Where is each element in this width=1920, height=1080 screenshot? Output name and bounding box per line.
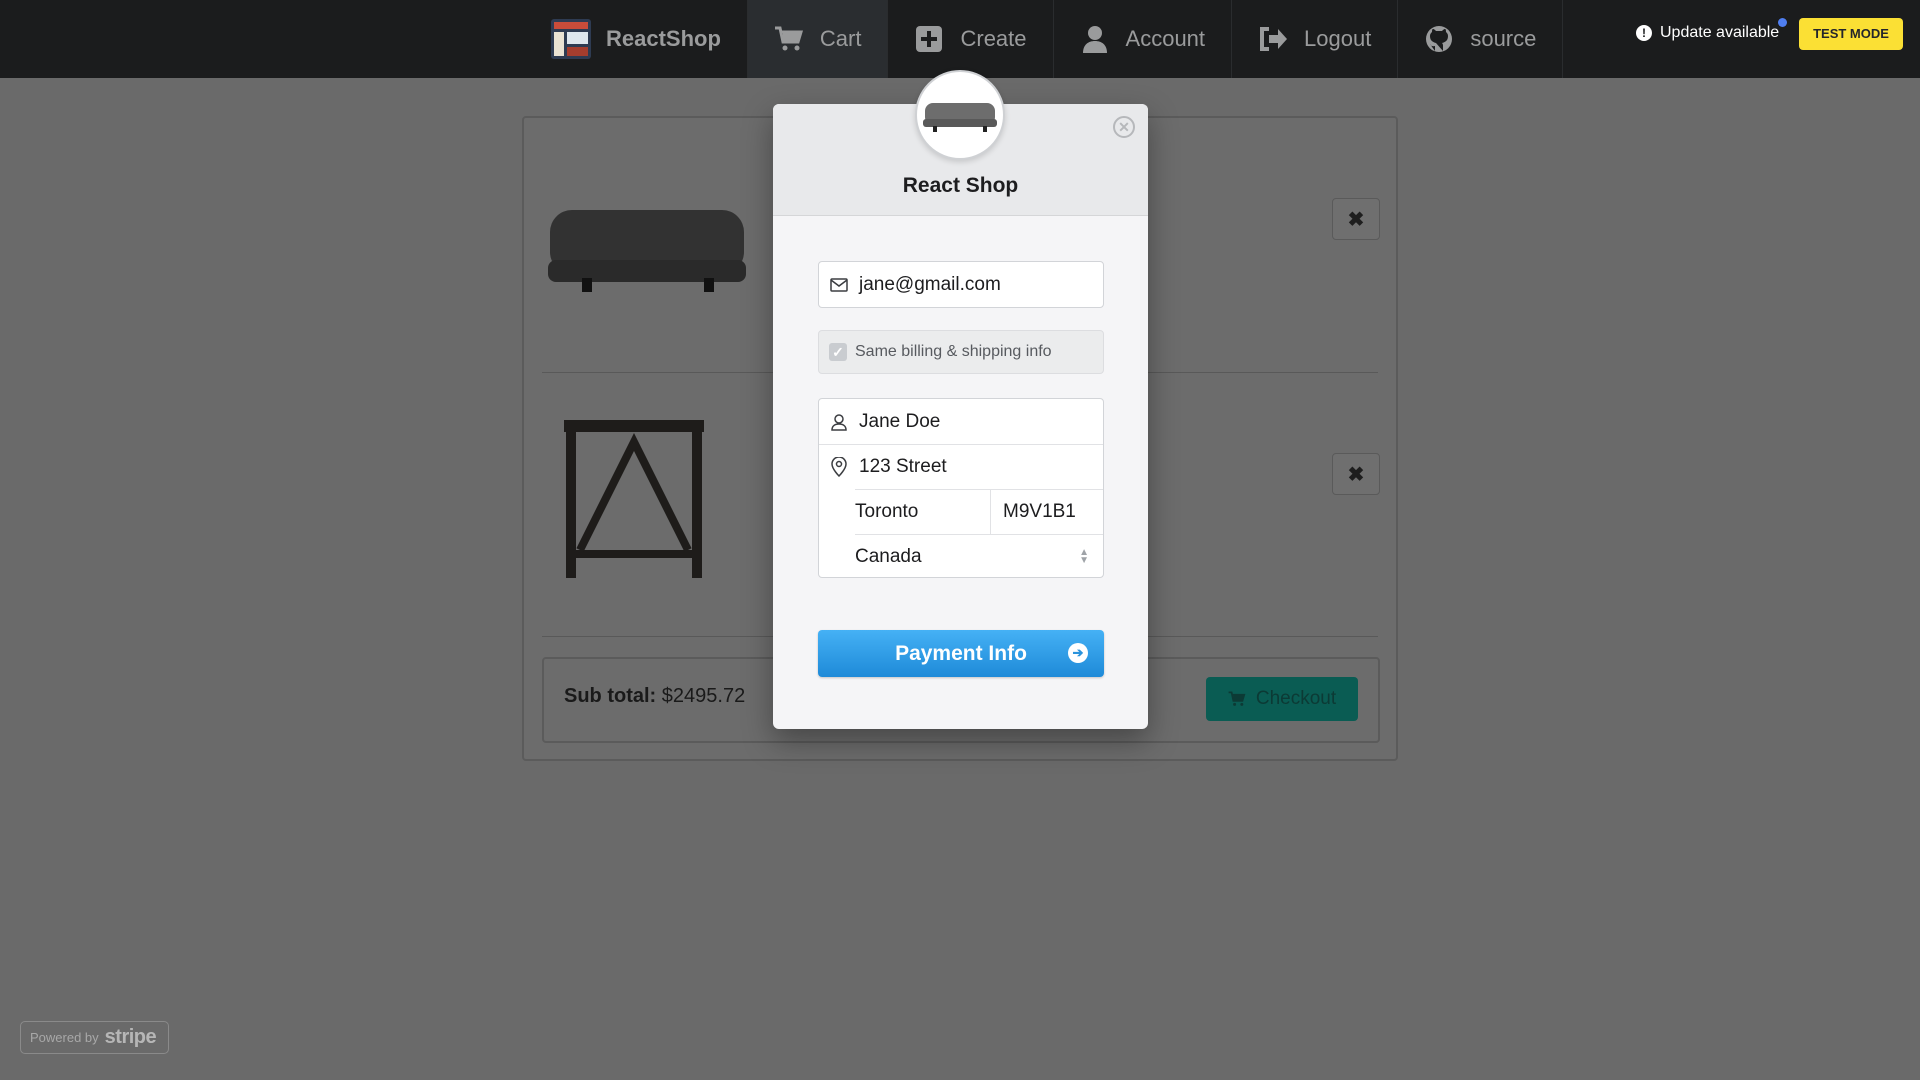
side-table-image (564, 420, 704, 580)
remove-item-button[interactable]: ✖ (1332, 453, 1380, 495)
nav-item-label: Logout (1304, 26, 1372, 51)
nav-item-source[interactable]: source (1398, 0, 1564, 78)
email-line: jane@gmail.com (819, 262, 1103, 307)
modal-title: React Shop (902, 174, 1019, 197)
cart-icon (774, 24, 804, 54)
nav-menu: ReactShop Cart Create Account Logout sou… (524, 0, 1564, 78)
notification-dot (1778, 18, 1788, 27)
checkout-label: Checkout (1255, 688, 1337, 709)
github-icon (1424, 24, 1454, 54)
street-value: 123 Street (859, 456, 947, 477)
nav-item-label: Cart (819, 26, 862, 51)
same-billing-checkbox[interactable]: ✓ Same billing & shipping info (818, 330, 1104, 374)
update-available-label: Update available (1660, 24, 1780, 41)
merchant-logo (915, 70, 1005, 160)
select-arrows-icon: ▲ ▼ (1079, 547, 1089, 566)
powered-by-stripe-badge[interactable]: Powered by stripe (20, 1021, 169, 1054)
nav-item-logout[interactable]: Logout (1232, 0, 1399, 78)
plus-square-icon (914, 24, 944, 54)
remove-item-button[interactable]: ✖ (1332, 198, 1380, 240)
address-fieldset: Jane Doe 123 Street Toronto M9V1B1 Canad… (818, 398, 1104, 578)
city-zip-row: Toronto M9V1B1 (855, 489, 1103, 535)
nav-item-account[interactable]: Account (1054, 0, 1233, 78)
ottoman-thumbnail-icon (923, 103, 997, 132)
nav-item-label: Account (1125, 26, 1206, 51)
email-field[interactable]: jane@gmail.com (818, 261, 1104, 308)
info-icon: ! (1636, 25, 1652, 41)
payment-info-button[interactable]: Payment Info ➔ (818, 630, 1104, 677)
name-field[interactable]: Jane Doe (819, 399, 1103, 444)
test-mode-badge[interactable]: TEST MODE (1799, 18, 1903, 50)
close-modal-button[interactable]: ✕ (1113, 116, 1135, 138)
country-value: Canada (855, 546, 922, 567)
person-icon (819, 413, 859, 431)
stripe-logo: stripe (104, 1026, 157, 1048)
checkbox-checked-icon: ✓ (829, 343, 847, 361)
subtotal-text: Sub total: $2495.72 (564, 685, 745, 708)
postal-code-field[interactable]: M9V1B1 (991, 490, 1076, 535)
name-value: Jane Doe (859, 410, 941, 432)
stripe-checkout-modal: React Shop jane@gmail.com ✓ Same billing… (773, 104, 1148, 729)
subtotal-value: $2495.72 (661, 685, 746, 707)
email-value: jane@gmail.com (859, 273, 1001, 295)
city-field[interactable]: Toronto (855, 489, 991, 535)
same-billing-label: Same billing & shipping info (855, 343, 1052, 360)
nav-item-label: Create (960, 26, 1027, 51)
street-field[interactable]: 123 Street (819, 444, 1103, 489)
sign-out-icon (1258, 24, 1288, 54)
arrow-right-icon: ➔ (1068, 643, 1088, 663)
shop-logo-icon (550, 18, 592, 60)
checkout-button[interactable]: Checkout (1206, 677, 1358, 721)
nav-item-create[interactable]: Create (888, 0, 1054, 78)
subtotal-label: Sub total: (564, 685, 657, 707)
location-pin-icon (819, 457, 859, 477)
powered-by-label: Powered by (30, 1030, 99, 1045)
payment-info-label: Payment Info (895, 641, 1027, 665)
nav-brand-label: ReactShop (606, 26, 721, 51)
cart-icon (1228, 691, 1246, 706)
country-select[interactable]: Canada ▲ ▼ (855, 534, 1103, 579)
envelope-icon (819, 277, 859, 292)
nav-brand[interactable]: ReactShop (524, 0, 748, 78)
nav-item-cart[interactable]: Cart (747, 0, 889, 78)
ottoman-image (548, 190, 746, 310)
top-navbar: ReactShop Cart Create Account Logout sou… (0, 0, 1920, 78)
nav-item-label: source (1470, 26, 1537, 51)
update-available-link[interactable]: ! Update available (1636, 18, 1788, 44)
user-icon (1080, 24, 1110, 54)
